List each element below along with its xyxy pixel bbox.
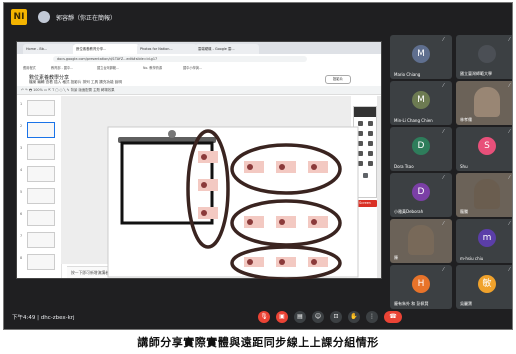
participant-tile[interactable]: m ⁄ m-hsiu chiu: [456, 219, 512, 263]
emoji-icon[interactable]: ☺: [312, 311, 324, 323]
participant-name: 龍騰: [460, 209, 468, 214]
raise-hand-icon[interactable]: ✋: [348, 311, 360, 323]
participant-tile[interactable]: ⁄ 國立臺灣師範大學: [456, 35, 512, 79]
participant-name: 小雅黃Deborah: [394, 209, 424, 214]
more-options-icon[interactable]: ⋮: [366, 311, 378, 323]
leave-call-icon[interactable]: ☎: [384, 311, 402, 323]
mic-muted-icon: ⁄: [509, 37, 510, 43]
captions-icon[interactable]: ▤: [294, 311, 306, 323]
mic-muted-icon: ⁄: [509, 129, 510, 135]
presenter-avatar: [38, 11, 50, 23]
participant-name: Mario Chiang: [394, 72, 421, 77]
participant-name: Shu: [460, 164, 468, 169]
mic-muted-icon: ⁄: [443, 83, 444, 89]
participant-tile[interactable]: ⁄ 林孝儒: [456, 81, 512, 125]
participant-avatar: H: [412, 275, 430, 294]
participant-tile[interactable]: M ⁄ Min-Li Chang Chien: [390, 81, 452, 125]
mic-muted-icon: ⁄: [509, 83, 510, 89]
participant-avatar: [478, 45, 496, 64]
participant-avatar: M: [412, 91, 430, 110]
meeting-time: 下午4:49: [12, 315, 36, 321]
mic-muted-icon: ⁄: [509, 267, 510, 273]
participant-tile[interactable]: D ⁄ 小雅黃Deborah: [390, 173, 452, 217]
participant-tile[interactable]: H ⁄ 龐有朱外 和 彭佩賢: [390, 265, 452, 309]
mic-muted-icon: ⁄: [509, 221, 510, 227]
participant-name: 陳: [394, 255, 398, 260]
participant-avatar: D: [412, 137, 430, 156]
participant-video: [474, 87, 500, 117]
meeting-info: 下午4:49 | dhc-zbex-krj: [12, 315, 75, 321]
meet-window: NI 郭容靜（你正在簡報） Home - Bb... 數位素養教育分享... P…: [3, 2, 513, 330]
participant-tile[interactable]: 敏 ⁄ 吳麗寶: [456, 265, 512, 309]
mic-muted-icon: ⁄: [509, 175, 510, 181]
mic-muted-icon: ⁄: [443, 175, 444, 181]
projector-hook: [168, 130, 176, 138]
mic-muted-icon: ⁄: [443, 267, 444, 273]
meet-top-bar: NI 郭容靜（你正在簡報）: [4, 3, 512, 37]
mic-muted-icon: ⁄: [443, 129, 444, 135]
participant-tile[interactable]: D ⁄ Dora Tsao: [390, 127, 452, 171]
participant-tile[interactable]: S ⁄ Shu: [456, 127, 512, 171]
mic-muted-icon: ⁄: [443, 221, 444, 227]
meet-control-bar: 下午4:49 | dhc-zbex-krj 🎙 ▣ ▤ ☺ ⊡ ✋ ⋮ ☎: [4, 305, 512, 329]
participant-name: Min-Li Chang Chien: [394, 118, 433, 123]
participant-video: [408, 225, 434, 255]
participant-tile[interactable]: ⁄ 龍騰: [456, 173, 512, 217]
presenting-indicator[interactable]: 郭容靜（你正在簡報）: [38, 9, 116, 25]
mic-off-icon[interactable]: 🎙: [258, 311, 270, 323]
presenter-label: 郭容靜（你正在簡報）: [56, 14, 117, 22]
participant-tile[interactable]: M ⁄ Mario Chiang: [390, 35, 452, 79]
participant-avatar: S: [478, 137, 496, 156]
meeting-code: dhc-zbex-krj: [40, 315, 75, 321]
camera-off-icon[interactable]: ▣: [276, 311, 288, 323]
participant-name: 林孝儒: [460, 117, 472, 122]
participant-avatar: m: [478, 229, 496, 248]
participant-avatar: 敏: [478, 275, 496, 294]
participant-video: [474, 179, 500, 209]
participant-tile[interactable]: ⁄ 陳: [390, 219, 452, 263]
mic-muted-icon: ⁄: [443, 37, 444, 43]
present-icon[interactable]: ⊡: [330, 311, 342, 323]
participant-name: Dora Tsao: [394, 164, 414, 169]
participant-avatar: M: [412, 45, 430, 64]
figure-caption: 講師分享實際實體與遠距同步線上上課分組情形: [137, 336, 379, 349]
slide-drawing-layer: [107, 126, 359, 279]
participant-avatar: D: [412, 183, 430, 202]
participant-name: 國立臺灣師範大學: [460, 71, 492, 76]
participant-name: m-hsiu chiu: [460, 256, 484, 261]
meet-logo: NI: [11, 9, 27, 25]
